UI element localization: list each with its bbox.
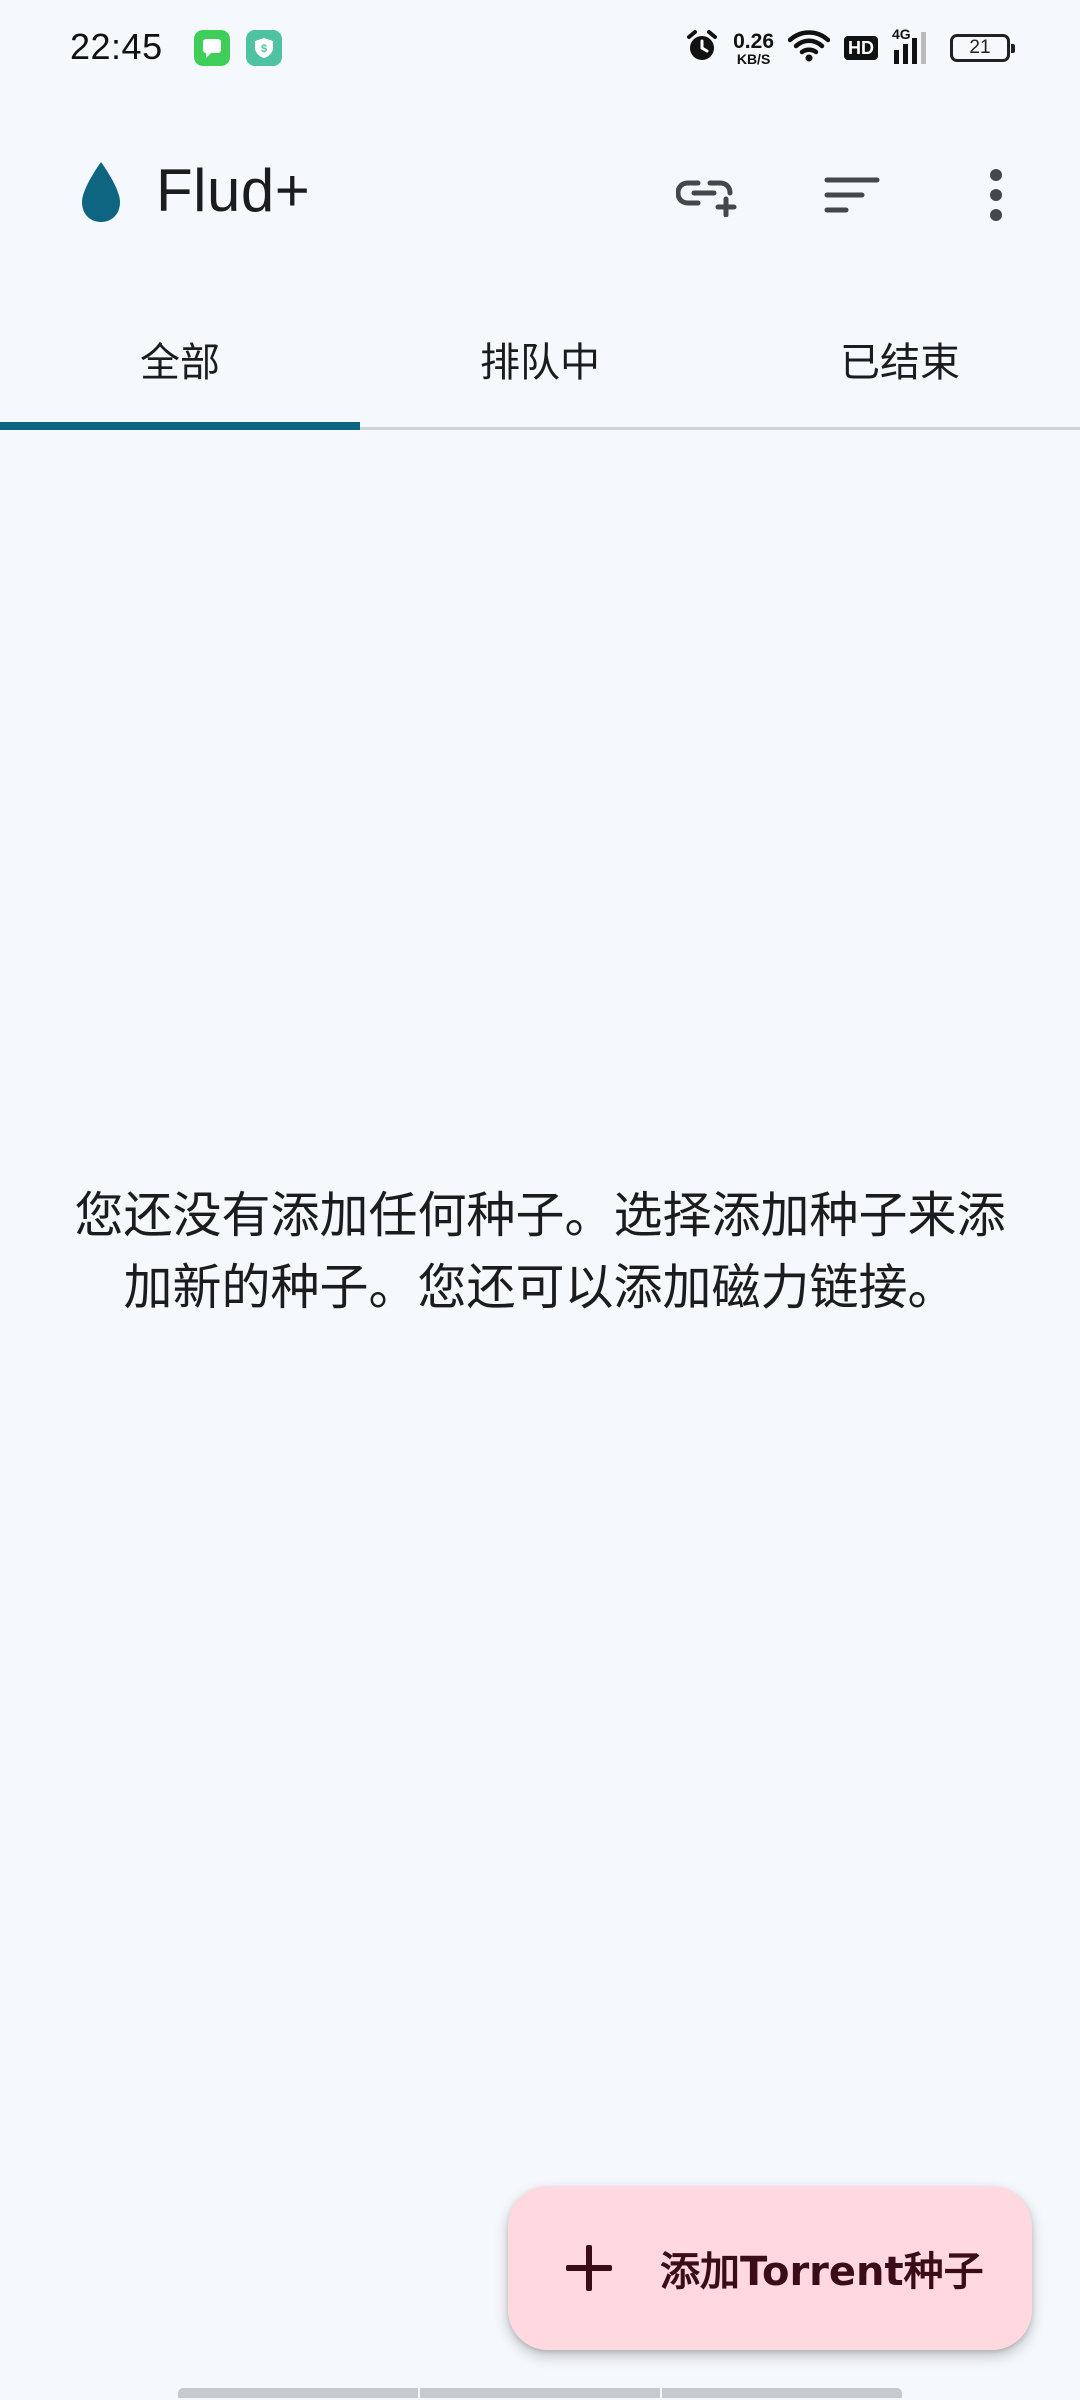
sort-icon (824, 175, 880, 219)
wifi-icon (787, 29, 831, 67)
network-speed-value: 0.26 (733, 29, 774, 53)
add-link-icon (675, 173, 740, 221)
plus-icon (566, 2245, 612, 2291)
add-torrent-button[interactable]: 添加Torrent种子 (508, 2186, 1032, 2350)
empty-state-message: 您还没有添加任何种子。选择添加种子来添加新的种子。您还可以添加磁力链接。 (74, 1187, 1006, 1316)
status-bar: 22:45 $ 0.26 KB/S HD 4G 21 (0, 0, 1080, 96)
tab-queued[interactable]: 排队中 (360, 290, 720, 427)
more-options-button[interactable] (954, 155, 1038, 239)
tab-finished[interactable]: 已结束 (720, 290, 1080, 427)
navigation-gesture-bar[interactable] (178, 2388, 902, 2398)
status-time: 22:45 (70, 26, 163, 67)
network-speed: 0.26 KB/S (733, 31, 774, 66)
security-shield-icon: $ (246, 30, 282, 66)
app-title: Flud+ (156, 157, 311, 224)
tab-all[interactable]: 全部 (0, 290, 360, 430)
network-speed-unit: KB/S (736, 50, 771, 67)
svg-text:$: $ (261, 43, 267, 55)
cellular-signal-icon: 4G (892, 26, 936, 68)
more-vert-icon (988, 169, 1004, 225)
battery-indicator: 21 (950, 34, 1015, 62)
alarm-icon (685, 29, 719, 67)
hd-voice-badge: HD (844, 36, 878, 60)
water-drop-icon (78, 160, 124, 228)
add-link-button[interactable] (666, 155, 750, 239)
add-torrent-label: 添加Torrent种子 (660, 2249, 984, 2295)
tab-bar: 全部 排队中 已结束 (0, 290, 1080, 430)
messages-icon (194, 30, 230, 66)
sort-button[interactable] (810, 155, 894, 239)
app-bar: Flud+ (0, 120, 1080, 270)
